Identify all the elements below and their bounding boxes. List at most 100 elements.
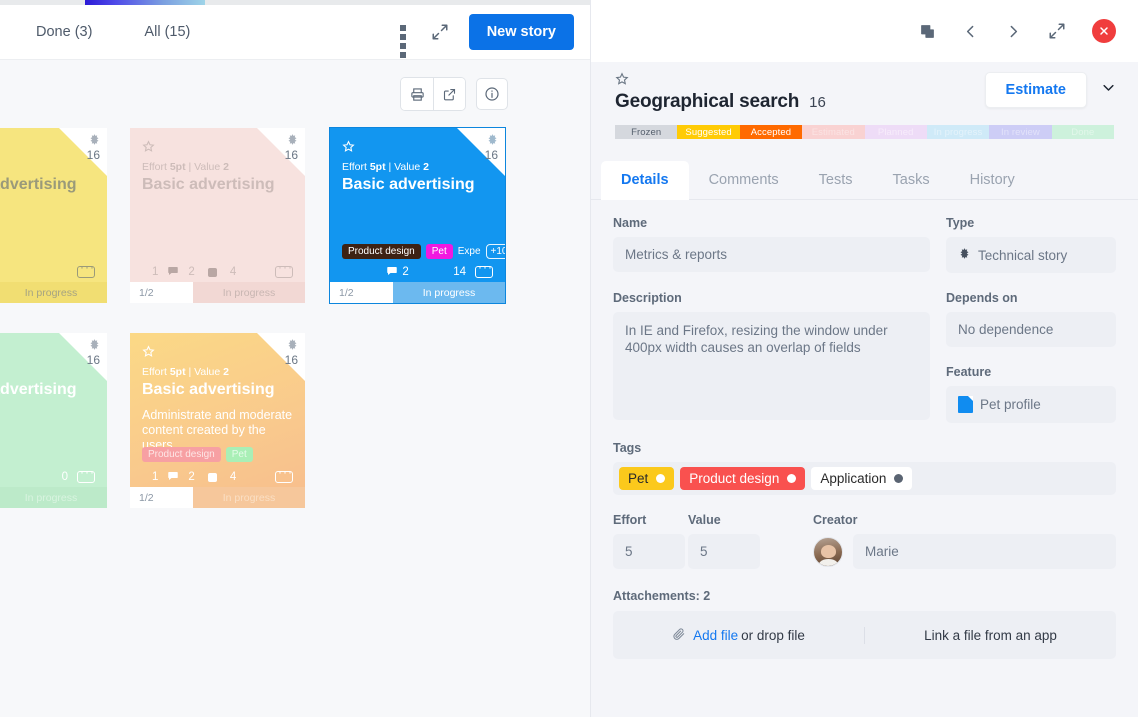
- card-value-label: Value: [394, 161, 420, 173]
- expand-icon[interactable]: [1048, 22, 1066, 40]
- state-suggested[interactable]: Suggested: [677, 125, 739, 139]
- star-outline-icon[interactable]: [342, 140, 355, 153]
- card-tasks-count: 4: [230, 471, 236, 483]
- card-comments-count: 2: [188, 471, 194, 483]
- card-footer: 2 14: [330, 262, 505, 282]
- card-tags: Product design Pet: [142, 447, 253, 462]
- filter-tab-all[interactable]: All (15): [138, 24, 190, 40]
- tag-chip-product-design[interactable]: Product design: [680, 467, 805, 490]
- tag-label: Product design: [689, 471, 779, 486]
- effort-input[interactable]: 5: [613, 534, 685, 569]
- duplicate-icon[interactable]: [919, 23, 936, 40]
- card-count: 1: [152, 266, 158, 278]
- creator-row: Marie: [813, 534, 1116, 569]
- state-accepted[interactable]: Accepted: [740, 125, 802, 139]
- gear-icon[interactable]: [286, 133, 299, 146]
- card-tag-overflow[interactable]: +10: [486, 244, 505, 259]
- star-outline-icon[interactable]: [142, 345, 155, 358]
- tag-chip-application[interactable]: Application: [811, 467, 912, 490]
- card-points: 14: [453, 266, 466, 278]
- type-select[interactable]: Technical story: [946, 237, 1116, 273]
- card-meta-sep: |: [189, 366, 192, 378]
- tags-input[interactable]: Pet Product design Application: [613, 462, 1116, 495]
- comment-icon: [386, 265, 398, 280]
- expand-icon[interactable]: [431, 23, 449, 41]
- chevron-left-icon[interactable]: [962, 23, 979, 40]
- chevron-right-icon[interactable]: [1005, 23, 1022, 40]
- attachments-title: Attachements: 2: [613, 589, 1116, 603]
- tab-history[interactable]: History: [950, 161, 1035, 199]
- card-meta: Effort 5pt | Value 2: [342, 161, 429, 173]
- feature-select[interactable]: Pet profile: [946, 386, 1116, 423]
- tags-section: Tags Pet Product design Application: [613, 441, 1116, 495]
- card-status: In progress: [0, 487, 107, 508]
- external-link-icon[interactable]: [433, 78, 465, 110]
- board-header: Done (3) All (15) New story: [0, 5, 590, 60]
- grid-view-icon[interactable]: [400, 25, 415, 40]
- card-meta-sep: |: [389, 161, 392, 173]
- card-more-icon[interactable]: [475, 266, 493, 278]
- estimate-button[interactable]: Estimate: [985, 72, 1087, 108]
- depends-feature-group: Depends on No dependence Feature Pet pro…: [946, 291, 1116, 423]
- tab-tests[interactable]: Tests: [799, 161, 873, 199]
- tag-chip-pet[interactable]: Pet: [619, 467, 674, 490]
- state-in-review[interactable]: In review: [989, 125, 1051, 139]
- add-file-area[interactable]: Add file or drop file: [613, 627, 865, 644]
- card-effort: 5pt: [170, 161, 186, 173]
- card-number: 16: [285, 148, 298, 162]
- tag-label: Pet: [628, 471, 648, 486]
- card-number: 16: [87, 148, 100, 162]
- name-input[interactable]: Metrics & reports: [613, 237, 930, 272]
- filter-tab-done[interactable]: Done (3): [30, 24, 92, 40]
- card-value: 2: [223, 366, 229, 378]
- card-more-icon[interactable]: [77, 471, 95, 483]
- state-done[interactable]: Done: [1052, 125, 1114, 139]
- state-in-progress[interactable]: In progress: [927, 125, 989, 139]
- info-icon[interactable]: [476, 78, 508, 110]
- card-meta: Effort 5pt | Value 2: [142, 161, 229, 173]
- feature-value: Pet profile: [980, 397, 1041, 412]
- star-outline-icon[interactable]: [142, 140, 155, 153]
- print-icon[interactable]: [401, 78, 433, 110]
- effort-label: Effort: [613, 513, 688, 527]
- story-card-green[interactable]: 16 alue 2 Basic advertising 4 0 In progr…: [0, 333, 107, 508]
- creator-field-group: Creator Marie: [813, 513, 1116, 569]
- story-card-blue-selected[interactable]: 16 Effort 5pt | Value 2 Basic advertisin…: [330, 128, 505, 303]
- description-textarea[interactable]: In IE and Firefox, resizing the window u…: [613, 312, 930, 420]
- description-label: Description: [613, 291, 930, 305]
- card-footer: 4 0: [0, 467, 107, 487]
- link-file-from-app-button[interactable]: Link a file from an app: [865, 628, 1116, 643]
- card-more-icon[interactable]: [275, 471, 293, 483]
- gear-icon[interactable]: [88, 133, 101, 146]
- story-card-pink[interactable]: 16 Effort 5pt | Value 2 Basic advertisin…: [130, 128, 305, 303]
- detail-body: Name Metrics & reports Type Technical st…: [591, 200, 1138, 659]
- state-frozen[interactable]: Frozen: [615, 125, 677, 139]
- new-story-button[interactable]: New story: [469, 14, 574, 50]
- card-effort-label: Effort: [142, 366, 167, 378]
- file-icon: [958, 396, 973, 413]
- tab-tasks[interactable]: Tasks: [873, 161, 950, 199]
- story-card-orange[interactable]: 16 Effort 5pt | Value 2 Basic advertisin…: [130, 333, 305, 508]
- card-status-row: 1/2 In progress: [330, 282, 505, 303]
- state-estimated[interactable]: Estimated: [802, 125, 864, 139]
- chevron-down-icon[interactable]: [1101, 80, 1116, 100]
- depends-on-select[interactable]: No dependence: [946, 312, 1116, 347]
- name-label: Name: [613, 216, 930, 230]
- gear-icon[interactable]: [286, 338, 299, 351]
- tab-details[interactable]: Details: [601, 161, 689, 200]
- card-value: 2: [423, 161, 429, 173]
- story-detail-panel: Geographical search 16 Estimate Frozen S…: [590, 0, 1138, 717]
- gear-icon[interactable]: [88, 338, 101, 351]
- creator-input[interactable]: Marie: [853, 534, 1116, 569]
- story-card-yellow[interactable]: 16 Value 2 Basic advertising 4 In progre…: [0, 128, 107, 303]
- card-more-icon[interactable]: [275, 266, 293, 278]
- value-input[interactable]: 5: [688, 534, 760, 569]
- tab-comments[interactable]: Comments: [689, 161, 799, 199]
- attachments-dropzone[interactable]: Add file or drop file Link a file from a…: [613, 611, 1116, 659]
- close-icon[interactable]: [1092, 19, 1116, 43]
- gear-icon[interactable]: [486, 133, 499, 146]
- card-more-icon[interactable]: [77, 266, 95, 278]
- add-file-link[interactable]: Add file: [693, 628, 738, 643]
- card-tasks-count: 4: [230, 266, 236, 278]
- state-planned[interactable]: Planned: [865, 125, 927, 139]
